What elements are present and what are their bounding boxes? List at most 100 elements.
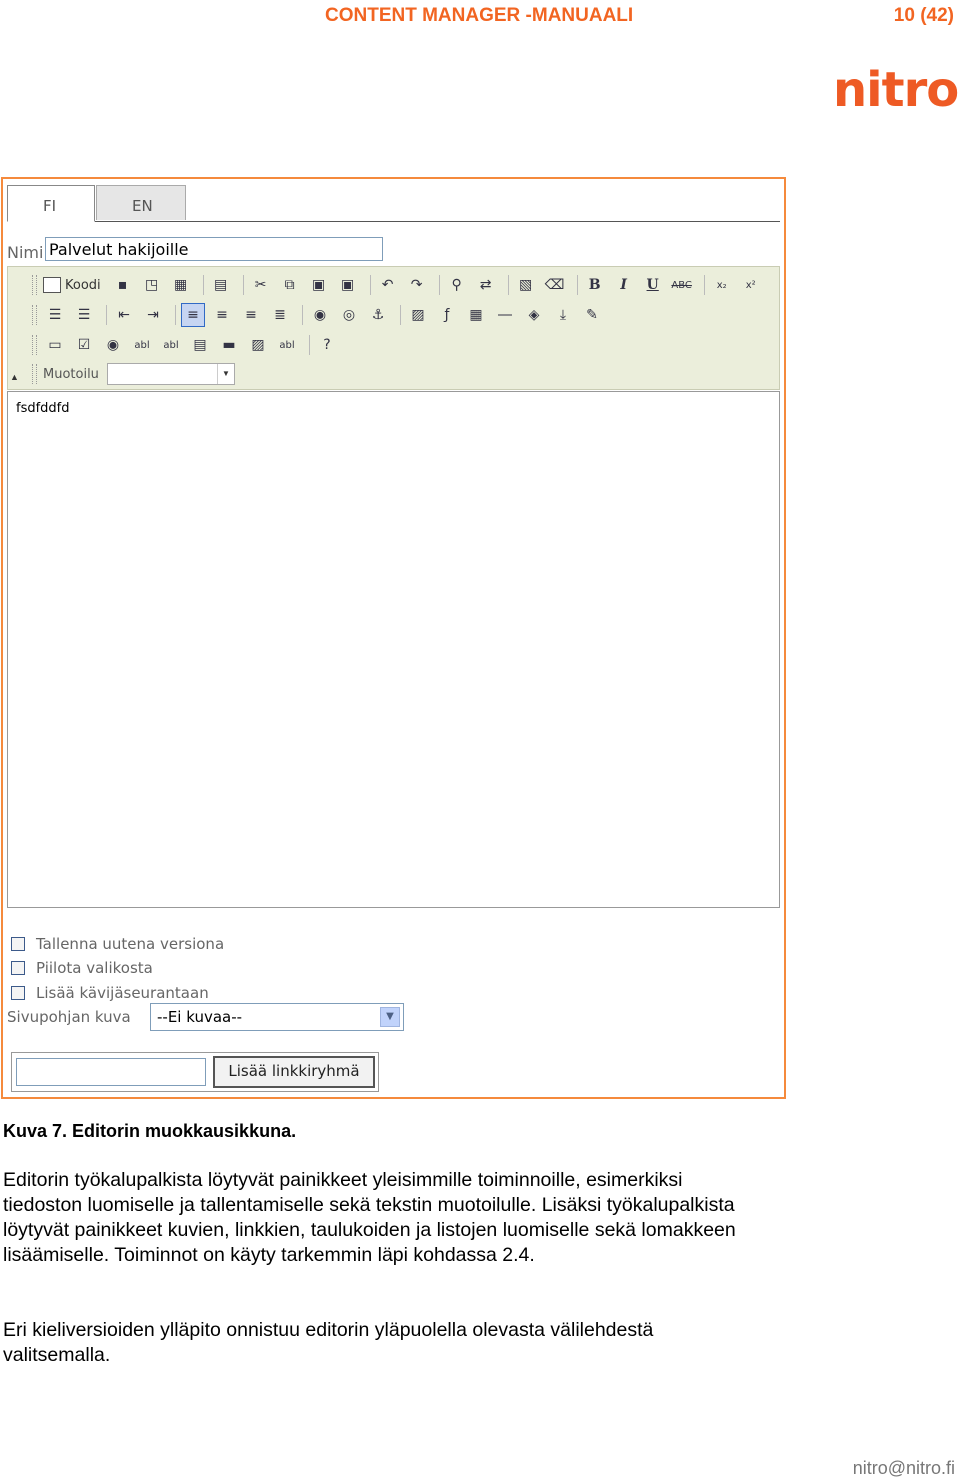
page-image-label: Sivupohjan kuva — [7, 1008, 131, 1026]
editor-screenshot: FI EN Nimi Palvelut hakijoille ▲ Koodi ▪… — [1, 177, 786, 1099]
special-char-icon[interactable]: ◈ — [522, 303, 546, 327]
indent-icon[interactable]: ⇥ — [141, 303, 165, 327]
checkbox-box[interactable] — [11, 961, 25, 975]
image-button-icon[interactable]: ▨ — [246, 333, 270, 357]
toolbar-grip — [32, 275, 37, 295]
language-tabs: FI EN — [7, 183, 780, 222]
textarea-icon[interactable]: abl — [159, 333, 183, 357]
checkbox-icon[interactable]: ☑ — [72, 333, 96, 357]
form-icon[interactable]: ▭ — [43, 333, 67, 357]
format-select[interactable]: ▼ — [106, 363, 235, 385]
name-label: Nimi — [7, 243, 44, 262]
name-input[interactable]: Palvelut hakijoille — [45, 237, 383, 261]
toolbar-separator — [400, 305, 401, 325]
outdent-icon[interactable]: ⇤ — [112, 303, 136, 327]
toolbar-separator — [576, 275, 578, 295]
ordered-list-icon[interactable]: ☰ — [43, 303, 67, 327]
table-icon[interactable]: ▦ — [464, 303, 488, 327]
editor-content: fsdfddfd — [16, 401, 70, 416]
toolbar-row-3: ▭ ☑ ◉ abl abl ▤ ▬ ▨ abl ? — [32, 332, 344, 358]
editor-toolbar: ▲ Koodi ▪ ◳ ▦ ▤ ✂ ⧉ ▣ ▣ ↶ ↷ ⚲ ⇄ ▧ ⌫ B I … — [7, 266, 780, 390]
remove-format-icon[interactable]: ⌫ — [543, 273, 567, 297]
paragraph: Editorin työkalupalkista löytyvät painik… — [3, 1169, 736, 1266]
source-button[interactable]: Koodi — [43, 277, 101, 293]
bold-button[interactable]: B — [583, 273, 607, 297]
smiley-icon[interactable]: ✎ — [580, 303, 604, 327]
checkbox-visitor-tracking[interactable]: Lisää kävijäseurantaan — [11, 984, 209, 1002]
collapse-toolbar-icon[interactable]: ▲ — [10, 372, 19, 382]
page-image-select[interactable]: --Ei kuvaa-- ▼ — [150, 1003, 404, 1031]
button-icon[interactable]: ▬ — [217, 333, 241, 357]
page-number: 10 (42) — [893, 5, 954, 26]
copy-icon[interactable]: ⧉ — [278, 273, 302, 297]
unlink-icon[interactable]: ◎ — [337, 303, 361, 327]
hidden-field-icon[interactable]: abl — [275, 333, 299, 357]
toolbar-grip — [32, 305, 37, 325]
redo-icon[interactable]: ↷ — [405, 273, 429, 297]
footer-email: nitro@nitro.fi — [852, 1458, 955, 1478]
toolbar-separator — [202, 275, 204, 295]
cut-icon[interactable]: ✂ — [249, 273, 273, 297]
undo-icon[interactable]: ↶ — [376, 273, 400, 297]
editor-area[interactable]: fsdfddfd — [7, 391, 780, 908]
checkbox-label: Lisää kävijäseurantaan — [36, 984, 209, 1002]
toolbar-separator — [175, 305, 176, 325]
tab-fi[interactable]: FI — [7, 185, 95, 222]
format-label: Muotoilu — [43, 366, 99, 382]
page-image-value: --Ei kuvaa-- — [157, 1008, 243, 1026]
about-icon[interactable]: ? — [315, 333, 339, 357]
paste-icon[interactable]: ▣ — [307, 273, 331, 297]
toolbar-grip — [32, 364, 37, 384]
add-link-group-button[interactable]: Lisää linkkiryhmä — [213, 1056, 375, 1088]
save-icon[interactable]: ▪ — [111, 273, 135, 297]
select-icon[interactable]: ▤ — [188, 333, 212, 357]
checkbox-label: Tallenna uutena versiona — [36, 935, 225, 953]
toolbar-separator — [507, 275, 509, 295]
toolbar-row-2: ☰ ☰ ⇤ ⇥ ≡ ≡ ≡ ≣ ◉ ◎ ⚓ ▨ ƒ ▦ ― ◈ ⤓ ✎ — [32, 302, 609, 328]
align-center-icon[interactable]: ≡ — [210, 303, 234, 327]
checkbox-box[interactable] — [11, 986, 25, 1000]
preview-icon[interactable]: ◳ — [140, 273, 164, 297]
textfield-icon[interactable]: abl — [130, 333, 154, 357]
source-label: Koodi — [65, 277, 101, 293]
checkbox-box[interactable] — [11, 937, 25, 951]
superscript-button[interactable]: x² — [739, 273, 763, 297]
link-group-panel: Lisää linkkiryhmä — [11, 1052, 379, 1092]
radio-icon[interactable]: ◉ — [101, 333, 125, 357]
justify-icon[interactable]: ≣ — [268, 303, 292, 327]
replace-icon[interactable]: ⇄ — [474, 273, 498, 297]
toolbar-separator — [106, 305, 107, 325]
find-icon[interactable]: ⚲ — [445, 273, 469, 297]
image-icon[interactable]: ▨ — [406, 303, 430, 327]
link-group-input[interactable] — [16, 1058, 206, 1086]
toolbar-separator — [438, 275, 440, 295]
horizontal-rule-icon[interactable]: ― — [493, 303, 517, 327]
tab-en[interactable]: EN — [96, 185, 186, 220]
page-break-icon[interactable]: ⤓ — [551, 303, 575, 327]
toolbar-separator — [309, 335, 310, 355]
subscript-button[interactable]: x₂ — [710, 273, 734, 297]
select-all-icon[interactable]: ▧ — [514, 273, 538, 297]
strikethrough-button[interactable]: ABC — [670, 273, 694, 297]
toolbar-row-1: Koodi ▪ ◳ ▦ ▤ ✂ ⧉ ▣ ▣ ↶ ↷ ⚲ ⇄ ▧ ⌫ B I U … — [32, 272, 768, 298]
templates-icon[interactable]: ▦ — [169, 273, 193, 297]
anchor-icon[interactable]: ⚓ — [366, 303, 390, 327]
checkbox-save-version[interactable]: Tallenna uutena versiona — [11, 935, 224, 953]
header-title: CONTENT MANAGER -MANUAALI — [325, 5, 634, 26]
new-page-icon[interactable]: ▤ — [209, 273, 233, 297]
unordered-list-icon[interactable]: ☰ — [72, 303, 96, 327]
toolbar-row-4: Muotoilu ▼ — [32, 361, 235, 387]
underline-button[interactable]: U — [641, 273, 665, 297]
toolbar-grip — [32, 335, 37, 355]
align-left-icon[interactable]: ≡ — [181, 303, 205, 327]
paste-word-icon[interactable]: ▣ — [336, 273, 360, 297]
chevron-down-icon: ▼ — [216, 364, 234, 384]
toolbar-separator — [302, 305, 303, 325]
paragraph: Eri kieliversioiden ylläpito onnistuu ed… — [3, 1319, 654, 1366]
italic-button[interactable]: I — [612, 273, 636, 297]
flash-icon[interactable]: ƒ — [435, 303, 459, 327]
checkbox-hide-from-menu[interactable]: Piilota valikosta — [11, 959, 153, 977]
align-right-icon[interactable]: ≡ — [239, 303, 263, 327]
link-icon[interactable]: ◉ — [308, 303, 332, 327]
chevron-down-icon: ▼ — [380, 1007, 400, 1027]
